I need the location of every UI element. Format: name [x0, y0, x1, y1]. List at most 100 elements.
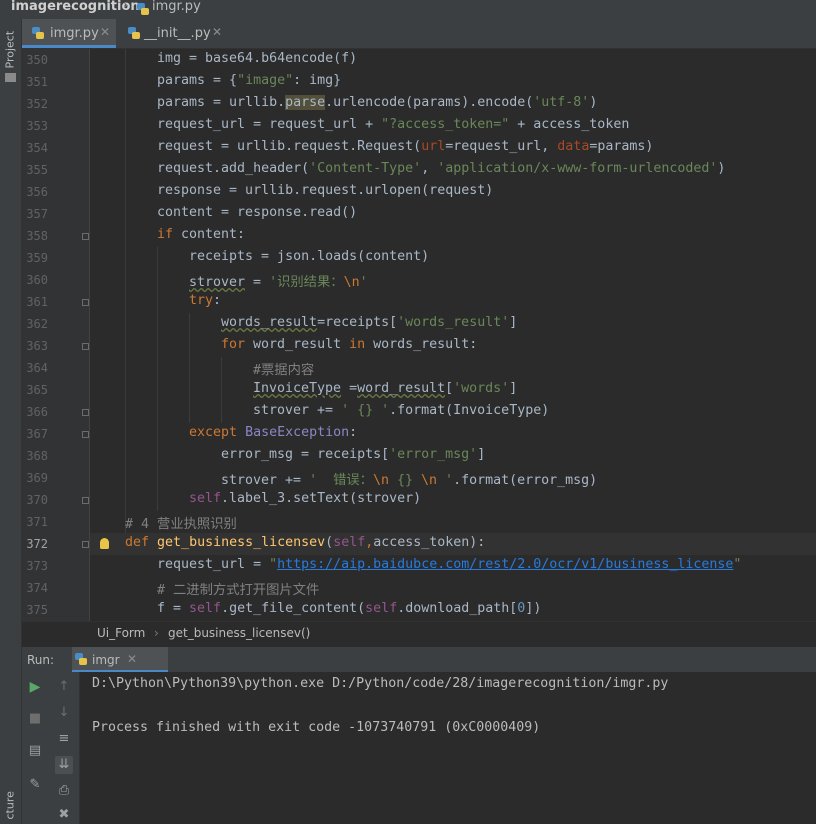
code-line: request.add_header('Content-Type', 'appl…: [157, 161, 726, 176]
close-icon[interactable]: ✕: [100, 25, 110, 39]
scroll-to-end-icon[interactable]: ⇊: [55, 756, 73, 774]
line-number[interactable]: 365: [22, 383, 48, 397]
arrow-up-icon[interactable]: ↑: [55, 678, 73, 696]
left-tool-strip: Project cture: [0, 19, 22, 824]
line-number[interactable]: 373: [22, 559, 48, 573]
structure-tool-button[interactable]: cture: [4, 791, 17, 819]
line-number[interactable]: 364: [22, 361, 48, 375]
project-tool-button[interactable]: Project: [4, 31, 17, 69]
line-number[interactable]: 360: [22, 273, 48, 287]
navigation-bar: imagerecognition › imgr.py: [0, 0, 816, 19]
arrow-down-icon[interactable]: ↓: [55, 704, 73, 722]
stop-icon[interactable]: ■: [26, 710, 44, 728]
breadcrumb-class[interactable]: Ui_Form: [97, 626, 145, 640]
python-file-icon: [128, 27, 140, 39]
close-icon[interactable]: ✕: [127, 652, 137, 666]
line-number[interactable]: 361: [22, 295, 48, 309]
tab-init[interactable]: __init__.py ✕: [118, 19, 228, 48]
code-breadcrumb: Ui_Form › get_business_licensev(): [22, 621, 816, 646]
rerun-icon[interactable]: ▶: [26, 678, 44, 696]
run-tab-imgr[interactable]: imgr ✕: [72, 647, 168, 673]
code-editor[interactable]: 350 img = base64.b64encode(f) 351 params = …: [22, 49, 816, 621]
line-number[interactable]: 352: [22, 97, 48, 111]
line-number[interactable]: 354: [22, 141, 48, 155]
run-tool-header: Run: imgr ✕: [22, 646, 816, 673]
line-number[interactable]: 353: [22, 119, 48, 133]
code-line: def get_business_licensev(self,access_to…: [125, 535, 486, 550]
line-number[interactable]: 356: [22, 185, 48, 199]
python-file-icon: [75, 653, 87, 665]
line-number[interactable]: 351: [22, 75, 48, 89]
fold-marker-icon[interactable]: [82, 497, 89, 504]
line-number[interactable]: 366: [22, 405, 48, 419]
line-number[interactable]: 369: [22, 471, 48, 485]
code-line: params = {"image": img}: [157, 73, 342, 88]
pin-icon[interactable]: ✎: [26, 776, 44, 794]
code-line: words_result=receipts['words_result']: [221, 315, 518, 330]
line-number[interactable]: 350: [22, 53, 48, 67]
editor-tabs: imgr.py ✕ __init__.py ✕: [22, 19, 816, 49]
code-line: strover = '识别结果：\n': [189, 275, 368, 290]
line-number[interactable]: 359: [22, 251, 48, 265]
code-line: except BaseException:: [189, 425, 358, 440]
fold-marker-icon[interactable]: [82, 431, 89, 438]
breadcrumb-method[interactable]: get_business_licensev(): [168, 626, 310, 640]
code-line: content = response.read(): [157, 205, 358, 220]
breadcrumb-file[interactable]: imgr.py: [152, 0, 201, 14]
line-number[interactable]: 363: [22, 339, 48, 353]
line-number[interactable]: 367: [22, 427, 48, 441]
console-line: D:\Python\Python39\python.exe D:/Python/…: [92, 676, 669, 691]
line-number[interactable]: 368: [22, 449, 48, 463]
indent-guide: [189, 313, 190, 423]
fold-marker-icon[interactable]: [82, 343, 89, 350]
code-line: self.label_3.setText(strover): [189, 491, 422, 506]
line-number-gutter[interactable]: [22, 49, 89, 621]
code-line: try:: [189, 293, 222, 308]
code-line: strover += ' {} '.format(InvoiceType): [253, 403, 550, 418]
code-line: f = self.get_file_content(self.download_…: [157, 601, 542, 616]
fold-marker-icon[interactable]: [82, 233, 89, 240]
folder-icon: [5, 73, 16, 82]
code-line: if content:: [157, 227, 246, 242]
code-line: for word_result in words_result:: [221, 337, 478, 352]
soft-wrap-icon[interactable]: ≡: [55, 730, 73, 748]
print-icon[interactable]: ⎙: [55, 782, 73, 800]
code-line: request_url = "https://aip.baidubce.com/…: [157, 557, 742, 572]
run-console[interactable]: D:\Python\Python39\python.exe D:/Python/…: [80, 672, 816, 824]
trash-icon[interactable]: ✖: [55, 806, 73, 824]
line-number[interactable]: 375: [22, 603, 48, 617]
line-number[interactable]: 355: [22, 163, 48, 177]
python-file-icon: [32, 27, 44, 39]
run-toolbar-primary: ▶ ■ ▤ ✎: [22, 672, 50, 824]
line-number[interactable]: 371: [22, 515, 48, 529]
code-line: request = urllib.request.Request(url=req…: [157, 139, 654, 154]
line-number[interactable]: 357: [22, 207, 48, 221]
run-tab-label: imgr: [92, 653, 120, 667]
layout-icon[interactable]: ▤: [26, 742, 44, 760]
line-number[interactable]: 372: [22, 537, 48, 551]
line-number[interactable]: 374: [22, 581, 48, 595]
code-line: img = base64.b64encode(f): [157, 51, 358, 66]
code-line: receipts = json.loads(content): [189, 249, 430, 264]
tab-imgr[interactable]: imgr.py ✕: [22, 19, 116, 48]
breadcrumb-project[interactable]: imagerecognition: [11, 0, 140, 14]
line-number[interactable]: 370: [22, 493, 48, 507]
code-line: InvoiceType =word_result['words']: [253, 381, 518, 396]
fold-marker-icon[interactable]: [82, 409, 89, 416]
fold-marker-icon[interactable]: [82, 299, 89, 306]
line-number[interactable]: 362: [22, 317, 48, 331]
close-icon[interactable]: ✕: [212, 25, 222, 39]
code-line: error_msg = receipts['error_msg']: [221, 447, 486, 462]
python-file-icon: [137, 3, 149, 15]
fold-marker-icon[interactable]: [82, 541, 89, 548]
lightbulb-icon[interactable]: [100, 538, 109, 549]
run-toolbar-secondary: ↑ ↓ ≡ ⇊ ⎙ ✖: [49, 672, 80, 824]
code-line: # 4 营业执照识别: [125, 517, 237, 532]
code-line: params = urllib.parse.urlencode(params).…: [157, 95, 598, 110]
line-number[interactable]: 358: [22, 229, 48, 243]
indent-guide: [125, 49, 126, 533]
code-line: # 二进制方式打开图片文件: [157, 583, 320, 598]
code-line: response = urllib.request.urlopen(reques…: [157, 183, 494, 198]
code-line: #票据内容: [253, 363, 315, 378]
run-label: Run:: [27, 653, 55, 667]
